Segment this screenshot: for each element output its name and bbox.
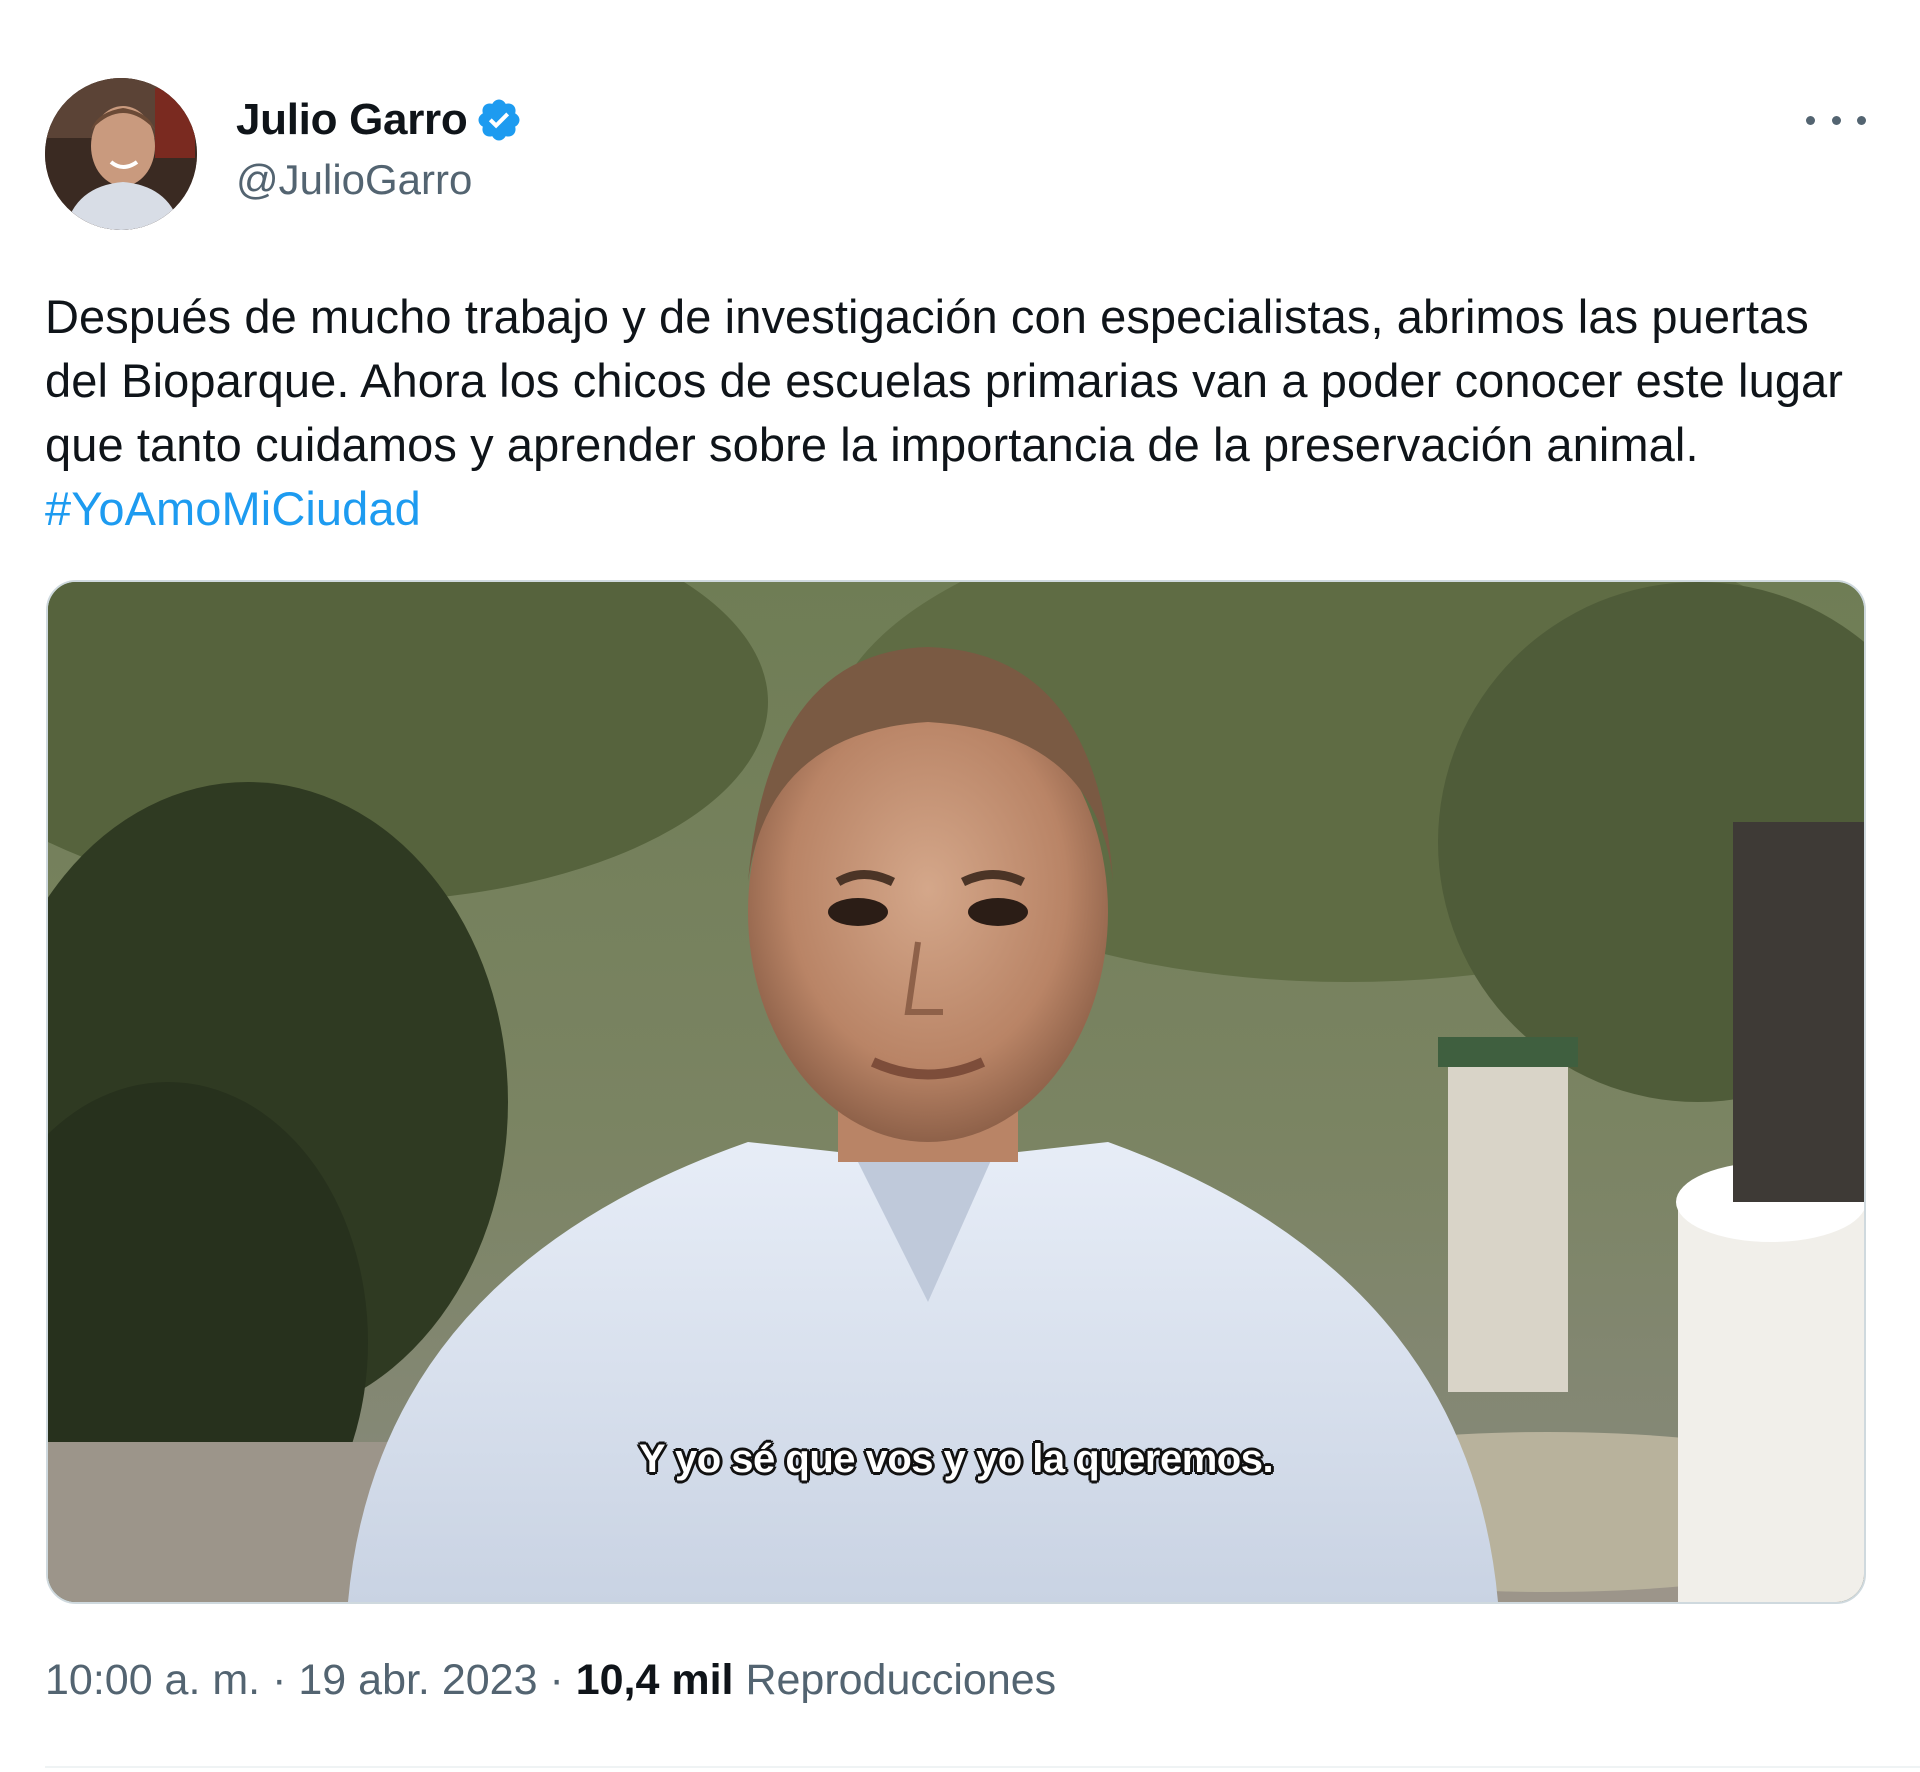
more-dot bbox=[1831, 115, 1841, 125]
more-dot bbox=[1857, 115, 1866, 125]
tweet-time[interactable]: 10:00 a. m. bbox=[45, 1656, 260, 1704]
author-handle[interactable]: @JulioGarro bbox=[236, 156, 523, 204]
video-player[interactable]: Y yo sé que vos y yo la queremos. bbox=[46, 580, 1866, 1604]
more-dot bbox=[1806, 115, 1815, 125]
video-subtitle: Y yo sé que vos y yo la queremos. bbox=[638, 1437, 1274, 1481]
tweet-date[interactable]: 19 abr. 2023 bbox=[298, 1656, 537, 1704]
views-count: 10,4 mil bbox=[575, 1656, 734, 1704]
author-block: Julio Garro @JulioGarro bbox=[236, 92, 523, 204]
tweet-text: Después de mucho trabajo y de investigac… bbox=[45, 285, 1875, 541]
meta-separator: · bbox=[549, 1656, 564, 1704]
tweet-body: Después de mucho trabajo y de investigac… bbox=[45, 290, 1844, 471]
more-options-icon[interactable] bbox=[1806, 100, 1866, 140]
meta-separator: · bbox=[272, 1656, 287, 1704]
tweet: Julio Garro @JulioGarro Después de mucho… bbox=[0, 0, 1920, 1772]
verified-badge-icon[interactable] bbox=[475, 96, 523, 144]
author-name-row: Julio Garro bbox=[236, 92, 523, 148]
author-display-name[interactable]: Julio Garro bbox=[236, 95, 468, 145]
divider bbox=[45, 1766, 1920, 1768]
avatar-photo bbox=[45, 78, 197, 230]
hashtag-link[interactable]: #YoAmoMiCiudad bbox=[45, 482, 421, 535]
avatar[interactable] bbox=[45, 78, 197, 230]
views-label: Reproducciones bbox=[745, 1656, 1057, 1704]
tweet-meta: 10:00 a. m. · 19 abr. 2023 · 10,4 mil Re… bbox=[45, 1656, 1056, 1705]
